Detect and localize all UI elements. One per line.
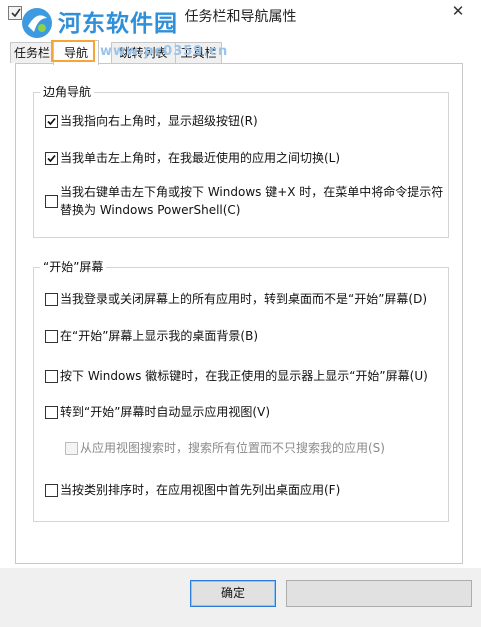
option-start-on-display: 按下 Windows 徽标键时，在我正使用的显示器上显示“开始”屏幕(U) — [60, 369, 428, 383]
option-replace-powershell-line2: 替换为 Windows PowerShell(C) — [60, 203, 241, 217]
checkbox-switch-apps[interactable] — [45, 152, 58, 165]
window-title: 任务栏和导航属性 — [184, 9, 297, 25]
option-desktop-apps-first: 当按类别排序时，在应用视图中首先列出桌面应用(F) — [60, 483, 341, 497]
corner-navigation-title: 边角导航 — [40, 84, 95, 100]
title-bar: 河东软件园 任务栏和导航属性 ✕ — [0, 0, 481, 38]
checkbox-apps-view[interactable] — [45, 406, 58, 419]
option-show-charms: 当我指向右上角时，显示超级按钮(R) — [60, 114, 258, 128]
close-button[interactable]: ✕ — [443, 0, 473, 22]
partial-button[interactable] — [286, 580, 472, 607]
checkbox-start-on-display[interactable] — [45, 370, 58, 383]
option-search-everywhere: 从应用视图搜索时，搜索所有位置而不只搜索我的应用(S) — [80, 441, 385, 455]
option-switch-apps: 当我单击左上角时，在我最近使用的应用之间切换(L) — [60, 151, 341, 165]
option-apps-view: 转到“开始”屏幕时自动显示应用视图(V) — [60, 405, 271, 419]
option-replace-powershell: 当我右键单击左下角或按下 Windows 键+X 时，在菜单中将命令提示符 — [60, 185, 444, 199]
tab-focus-highlight — [51, 40, 95, 62]
checkbox-show-charms[interactable] — [45, 115, 58, 128]
option-desktop-background: 在“开始”屏幕上显示我的桌面背景(B) — [60, 329, 259, 343]
tab-taskbar[interactable]: 任务栏 — [10, 42, 54, 63]
ok-button[interactable]: 确定 — [190, 580, 276, 607]
checkbox-go-to-desktop[interactable] — [45, 293, 58, 306]
button-bar: 确定 — [0, 568, 481, 627]
tab-page-navigation: 边角导航 当我指向右上角时，显示超级按钮(R) 当我单击左上角时，在我最近使用的… — [15, 63, 463, 564]
checkbox-replace-powershell[interactable] — [45, 195, 58, 208]
watermark-url: www.pc0359.cn — [100, 44, 229, 59]
checkbox-search-everywhere[interactable] — [65, 442, 78, 455]
start-screen-title: “开始”屏幕 — [40, 259, 107, 275]
checkbox-desktop-background[interactable] — [45, 330, 58, 343]
checkbox-desktop-apps-first[interactable] — [45, 484, 58, 497]
option-go-to-desktop: 当我登录或关闭屏幕上的所有应用时，转到桌面而不是“开始”屏幕(D) — [60, 292, 428, 306]
